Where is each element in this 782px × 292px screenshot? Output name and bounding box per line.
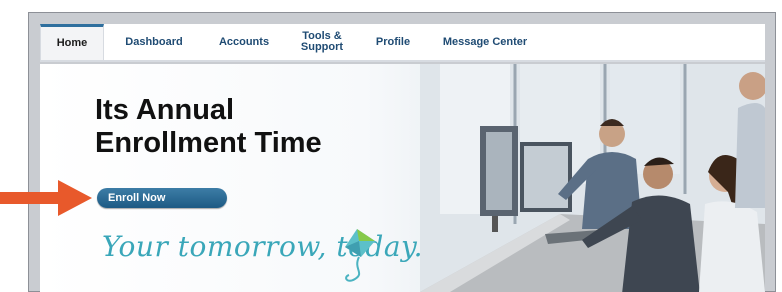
- enroll-now-button[interactable]: Enroll Now: [97, 188, 227, 208]
- tab-message-center[interactable]: Message Center: [426, 24, 544, 60]
- headline-line-2: Enrollment Time: [95, 127, 322, 159]
- tab-profile[interactable]: Profile: [360, 24, 426, 60]
- office-photo: [420, 64, 765, 292]
- tab-dashboard[interactable]: Dashboard: [104, 24, 204, 60]
- tab-accounts[interactable]: Accounts: [204, 24, 284, 60]
- hero-banner: Its Annual Enrollment Time Enroll Now Yo…: [40, 64, 765, 292]
- headline-line-1: Its Annual: [95, 94, 235, 126]
- headline: Its Annual Enrollment Time: [95, 94, 395, 160]
- main-nav: Home Dashboard Accounts Tools & Support …: [40, 24, 765, 62]
- tab-tools-support[interactable]: Tools & Support: [284, 24, 360, 60]
- arrow-right-icon: [0, 180, 92, 216]
- kite-icon: [345, 229, 375, 282]
- tab-home[interactable]: Home: [40, 24, 104, 60]
